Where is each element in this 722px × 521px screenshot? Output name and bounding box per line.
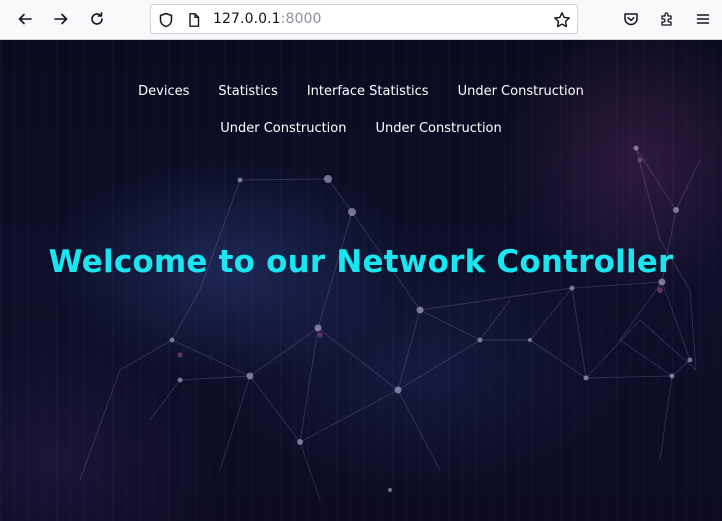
nav-row-2: Under Construction Under Construction <box>0 119 722 139</box>
page-title: Welcome to our Network Controller <box>48 244 674 280</box>
url-host: 127.0.0.1 <box>213 11 281 27</box>
nav-row-1: Devices Statistics Interface Statistics … <box>0 82 722 102</box>
menu-icon <box>696 14 710 24</box>
page-icon[interactable] <box>185 11 203 29</box>
nav-link-under-construction-3[interactable]: Under Construction <box>376 119 502 139</box>
nav-link-interface-statistics[interactable]: Interface Statistics <box>307 82 429 102</box>
forward-arrow-icon <box>54 13 68 25</box>
star-icon[interactable] <box>553 11 571 29</box>
url-port: :8000 <box>280 11 322 27</box>
extensions-icon <box>661 12 672 26</box>
menu-button[interactable] <box>689 5 717 33</box>
reload-button[interactable] <box>83 5 111 33</box>
pocket-icon <box>624 13 638 26</box>
nav-link-devices[interactable]: Devices <box>138 82 189 102</box>
nav-link-under-construction-2[interactable]: Under Construction <box>220 119 346 139</box>
forward-button[interactable] <box>47 5 75 33</box>
network-background-image <box>79 145 701 501</box>
back-arrow-icon <box>18 13 32 25</box>
shield-icon[interactable] <box>157 11 175 29</box>
page-content: Devices Statistics Interface Statistics … <box>0 40 722 521</box>
url-text[interactable]: 127.0.0.1:8000 <box>213 5 322 33</box>
back-button[interactable] <box>11 5 39 33</box>
browser-toolbar: 127.0.0.1:8000 <box>0 0 722 40</box>
nav-link-statistics[interactable]: Statistics <box>218 82 277 102</box>
extensions-button[interactable] <box>653 5 681 33</box>
reload-icon <box>91 12 103 25</box>
url-bar[interactable]: 127.0.0.1:8000 <box>150 4 578 34</box>
pocket-button[interactable] <box>617 5 645 33</box>
nav-link-under-construction-1[interactable]: Under Construction <box>458 82 584 102</box>
